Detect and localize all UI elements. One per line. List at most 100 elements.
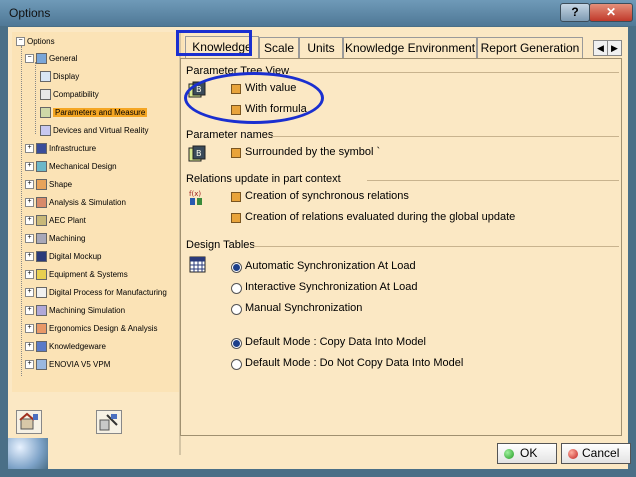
- window-title: Options: [9, 6, 51, 20]
- tab-scroll-left-icon[interactable]: ◀: [593, 40, 608, 56]
- synchronous-relations-checkbox[interactable]: [231, 192, 241, 202]
- tree-item-knowledgeware[interactable]: + Knowledgeware: [25, 339, 106, 355]
- compatibility-icon: [40, 89, 51, 101]
- tree-connector: [21, 46, 22, 376]
- tree-item-mechanical-design[interactable]: + Mechanical Design: [25, 159, 117, 175]
- ergonomics-icon: [36, 323, 47, 335]
- knowledgeware-icon: [36, 341, 47, 353]
- cancel-button[interactable]: Cancel: [561, 443, 631, 464]
- machining-icon: [36, 233, 47, 245]
- tab-report-generation[interactable]: Report Generation: [477, 37, 583, 58]
- tree-connector: [35, 62, 36, 134]
- ok-button[interactable]: OK: [497, 443, 557, 464]
- section-title-relations-update: Relations update in part context: [186, 173, 341, 185]
- collapse-icon[interactable]: −: [16, 37, 25, 47]
- global-update-relations-label: Creation of relations evaluated during t…: [245, 211, 516, 223]
- do-not-copy-data-radio[interactable]: [231, 359, 242, 370]
- tree-item-compatibility[interactable]: Compatibility: [40, 87, 99, 103]
- tree-item-options[interactable]: − Options: [16, 34, 55, 50]
- reset-icon[interactable]: [16, 410, 42, 434]
- expand-icon[interactable]: +: [25, 342, 34, 352]
- surrounded-by-symbol-checkbox[interactable]: [231, 148, 241, 158]
- section-divider: [289, 72, 619, 73]
- ok-icon: [504, 448, 514, 459]
- help-button[interactable]: ?: [560, 3, 590, 22]
- expand-icon[interactable]: +: [25, 198, 34, 208]
- knowledge-tab-highlight: [176, 30, 252, 56]
- options-tree[interactable]: − Options − General Display Compatibility …: [12, 32, 184, 392]
- tree-view-options-highlight: [184, 72, 324, 124]
- tree-item-digital-mockup[interactable]: + Digital Mockup: [25, 249, 101, 265]
- tree-item-infrastructure[interactable]: + Infrastructure: [25, 141, 96, 157]
- tree-item-digital-process[interactable]: + Digital Process for Manufacturing: [25, 285, 167, 301]
- machining-simulation-icon: [36, 305, 47, 317]
- automatic-sync-radio[interactable]: [231, 262, 242, 273]
- interactive-sync-radio[interactable]: [231, 283, 242, 294]
- tree-item-aec-plant[interactable]: + AEC Plant: [25, 213, 86, 229]
- expand-icon[interactable]: +: [25, 234, 34, 244]
- aec-plant-icon: [36, 215, 47, 227]
- title-bar[interactable]: Options ? ✕: [0, 0, 636, 26]
- tab-scroll-right-icon[interactable]: ▶: [607, 40, 622, 56]
- devices-icon: [40, 125, 51, 137]
- global-update-relations-checkbox[interactable]: [231, 213, 241, 223]
- tree-item-machining-simulation[interactable]: + Machining Simulation: [25, 303, 125, 319]
- digital-process-icon: [36, 287, 47, 299]
- interactive-sync-label: Interactive Synchronization At Load: [245, 281, 418, 293]
- options-window: Options ? ✕ − Options − General Display Co…: [0, 0, 636, 477]
- manual-sync-radio[interactable]: [231, 304, 242, 315]
- svg-text:f(x): f(x): [189, 190, 201, 198]
- expand-icon[interactable]: +: [25, 360, 34, 370]
- section-divider: [367, 180, 619, 181]
- tree-item-machining[interactable]: + Machining: [25, 231, 85, 247]
- expand-icon[interactable]: +: [25, 252, 34, 262]
- tree-item-ergonomics[interactable]: + Ergonomics Design & Analysis: [25, 321, 158, 337]
- infrastructure-icon: [36, 143, 47, 155]
- expand-icon[interactable]: +: [25, 324, 34, 334]
- general-icon: [36, 53, 47, 65]
- tree-item-devices[interactable]: Devices and Virtual Reality: [40, 123, 148, 139]
- enovia-icon: [36, 359, 47, 371]
- tree-item-analysis-simulation[interactable]: + Analysis & Simulation: [25, 195, 126, 211]
- section-title-design-tables: Design Tables: [186, 239, 255, 251]
- do-not-copy-data-label: Default Mode : Do Not Copy Data Into Mod…: [245, 357, 464, 369]
- expand-icon[interactable]: +: [25, 144, 34, 154]
- design-table-icon: [189, 256, 206, 273]
- surrounded-by-symbol-label: Surrounded by the symbol `: [245, 146, 381, 158]
- expand-icon[interactable]: +: [25, 162, 34, 172]
- manual-sync-label: Manual Synchronization: [245, 302, 363, 314]
- mechanical-design-icon: [36, 161, 47, 173]
- equipment-icon: [36, 269, 47, 281]
- copy-data-label: Default Mode : Copy Data Into Model: [245, 336, 426, 348]
- expand-icon[interactable]: +: [25, 180, 34, 190]
- analysis-icon: [36, 197, 47, 209]
- expand-icon[interactable]: +: [25, 216, 34, 226]
- synchronous-relations-label: Creation of synchronous relations: [245, 190, 409, 202]
- expand-icon[interactable]: +: [25, 270, 34, 280]
- tree-item-label: Options: [27, 37, 55, 46]
- tree-item-parameters-and-measure[interactable]: Parameters and Measure: [40, 105, 148, 121]
- tab-units[interactable]: Units: [299, 37, 343, 58]
- expand-icon[interactable]: +: [25, 306, 34, 316]
- section-divider: [271, 136, 619, 137]
- parameter-names-icon: B: [188, 145, 206, 162]
- digital-mockup-icon: [36, 251, 47, 263]
- tree-item-enovia[interactable]: + ENOVIA V5 VPM: [25, 357, 110, 373]
- collapse-icon[interactable]: −: [25, 54, 34, 64]
- tree-item-display[interactable]: Display: [40, 69, 79, 85]
- automatic-sync-label: Automatic Synchronization At Load: [245, 260, 416, 272]
- expand-icon[interactable]: +: [25, 288, 34, 298]
- close-button[interactable]: ✕: [589, 3, 633, 22]
- shape-icon: [36, 179, 47, 191]
- tree-item-shape[interactable]: + Shape: [25, 177, 72, 193]
- section-divider: [253, 246, 619, 247]
- tree-item-equipment-systems[interactable]: + Equipment & Systems: [25, 267, 128, 283]
- svg-text:B: B: [196, 149, 202, 158]
- tree-item-general[interactable]: − General: [25, 51, 77, 67]
- tab-scale[interactable]: Scale: [259, 37, 299, 58]
- display-icon: [40, 71, 51, 83]
- tools-options-icon[interactable]: [96, 410, 122, 434]
- tab-knowledge-environment[interactable]: Knowledge Environment: [343, 37, 477, 58]
- copy-data-radio[interactable]: [231, 338, 242, 349]
- parameters-icon: [40, 107, 51, 119]
